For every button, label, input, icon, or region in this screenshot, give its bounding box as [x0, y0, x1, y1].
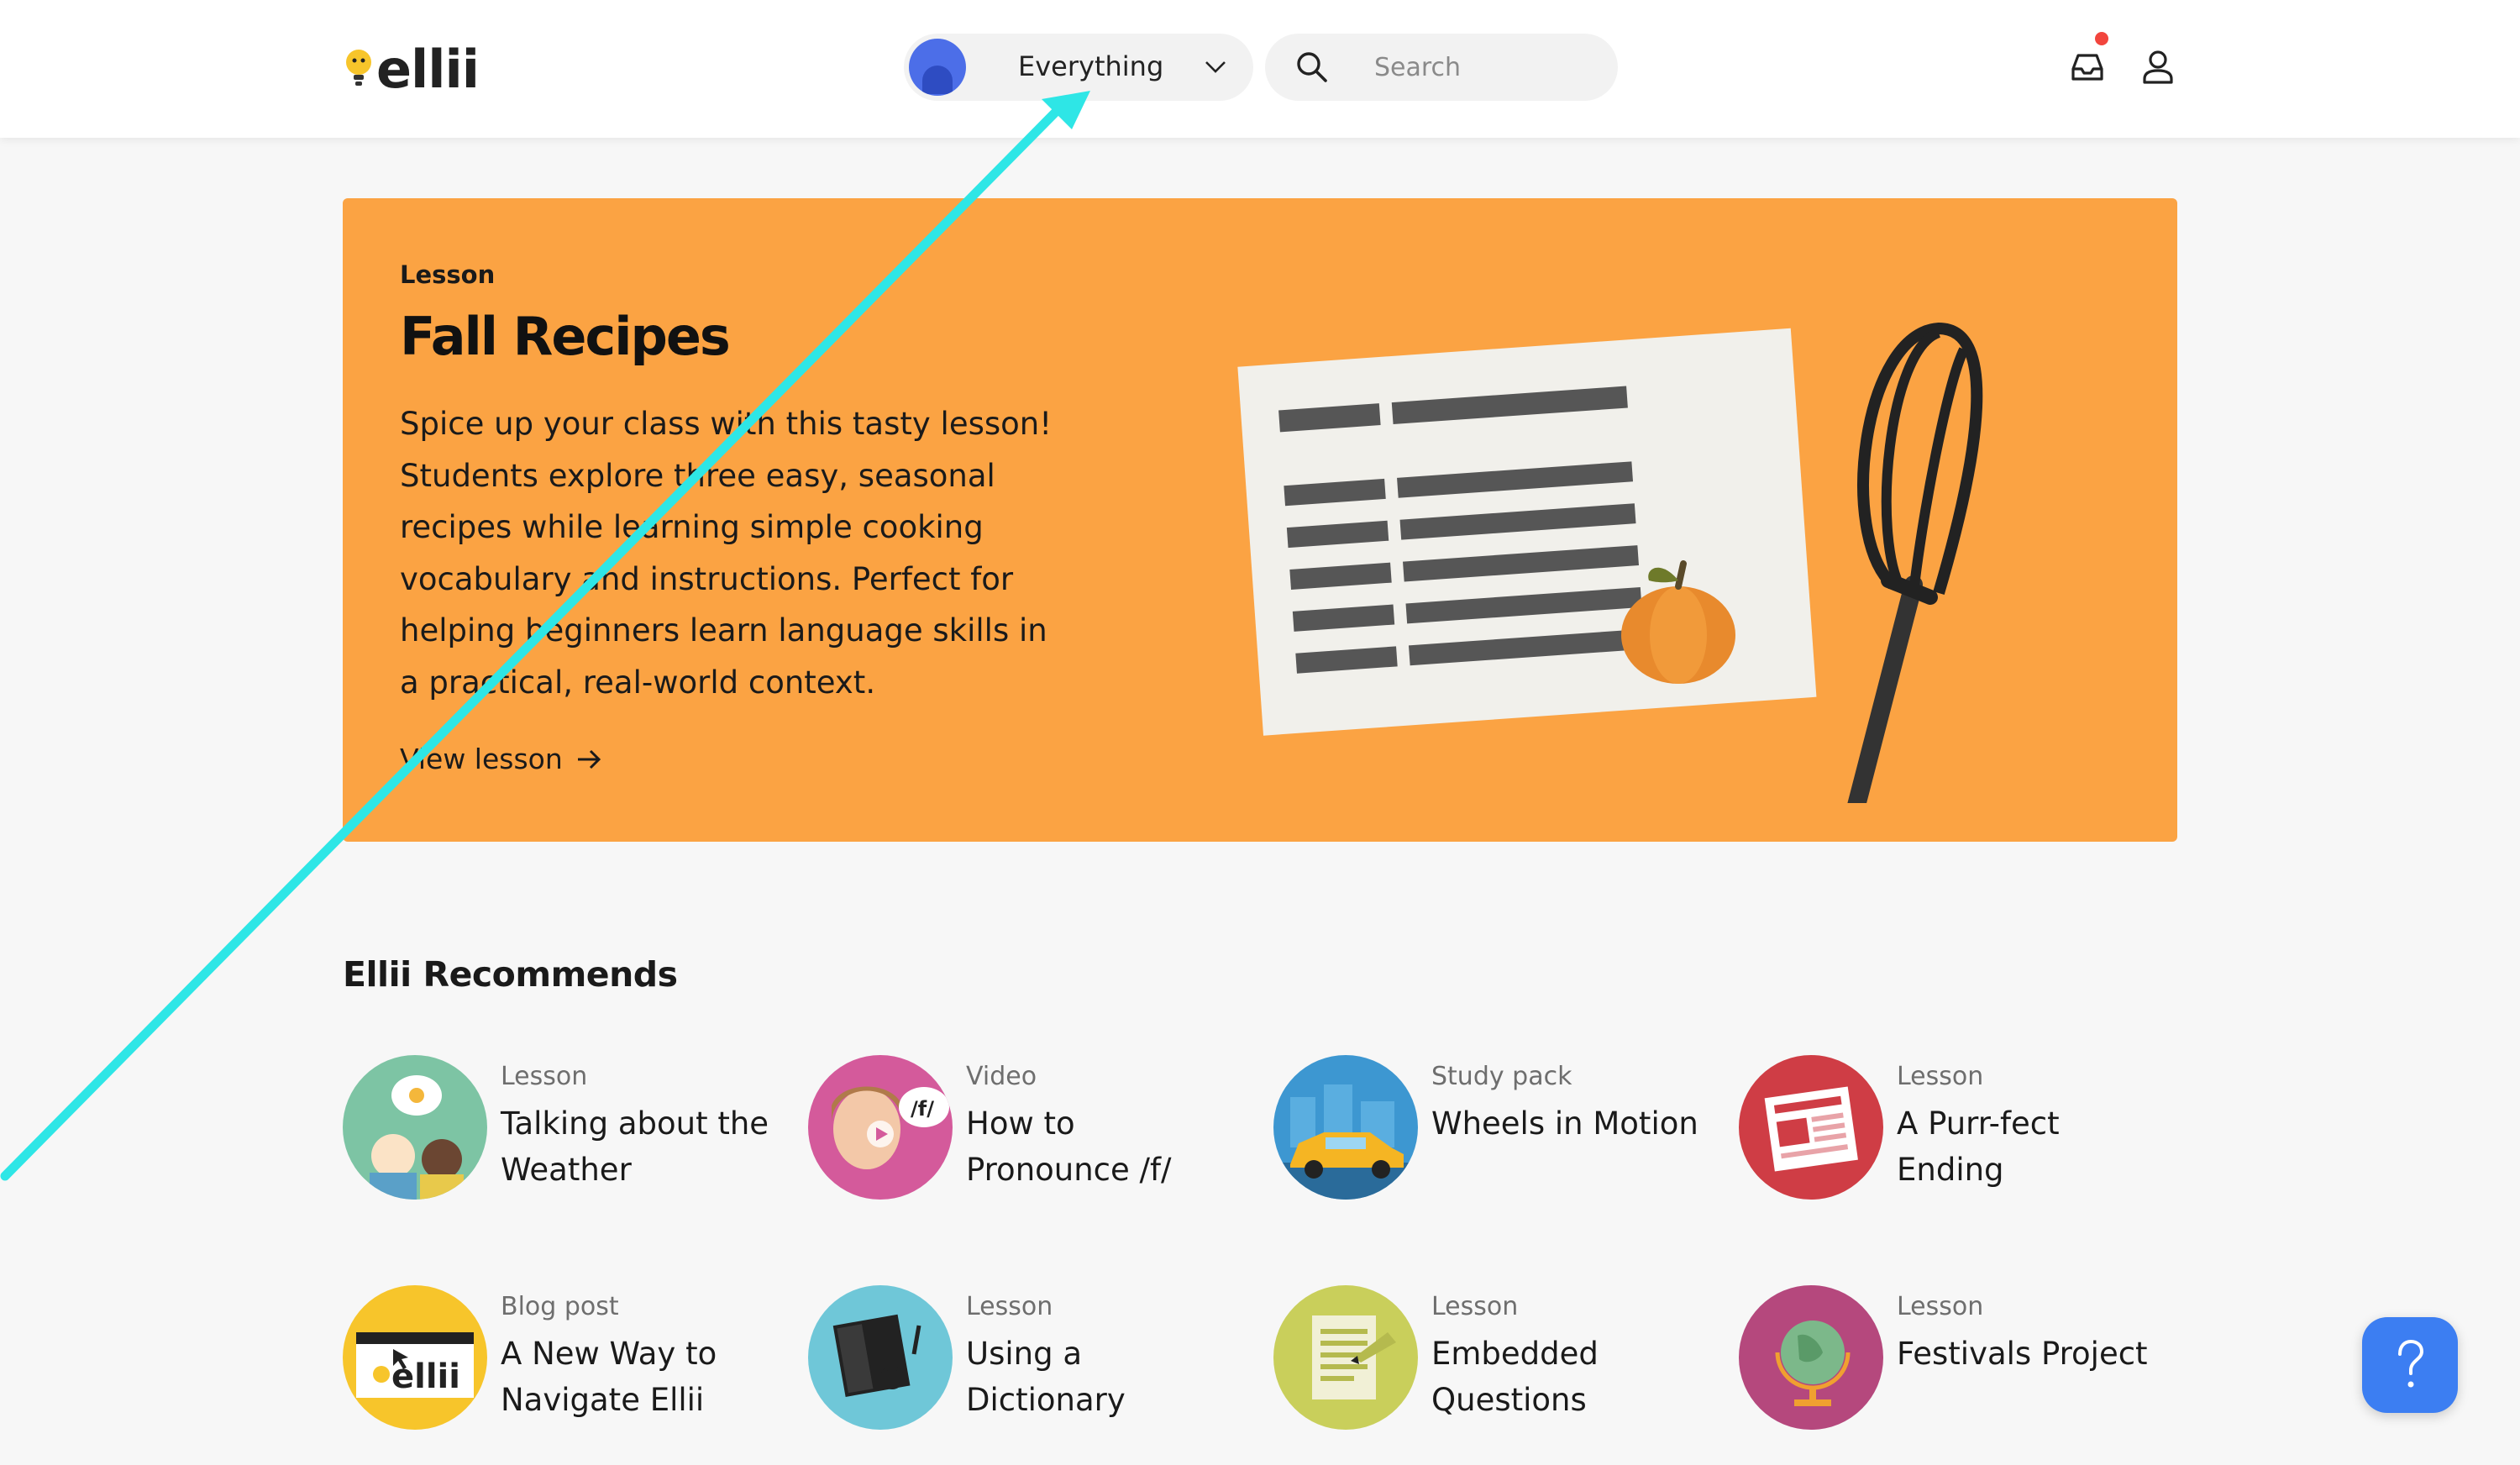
logo-text: ellii	[376, 39, 480, 100]
card-title: Wheels in Motion	[1431, 1105, 1698, 1142]
recommend-card[interactable]: Lesson Using a Dictionary	[808, 1285, 1262, 1445]
card-content-type: Lesson	[1897, 1062, 1984, 1091]
card-content-type: Blog post	[501, 1292, 619, 1321]
notification-badge	[2095, 32, 2108, 45]
help-button[interactable]	[2362, 1317, 2458, 1413]
ellii-website-thumbnail-icon: ellii	[343, 1285, 487, 1430]
pronounce-video-thumbnail-icon: /f/	[808, 1055, 953, 1200]
recommend-card[interactable]: ellii Blog post A New Way to Navigate El…	[343, 1285, 796, 1445]
globe-thumbnail-icon	[1739, 1285, 1883, 1430]
hero-content-type: Lesson	[400, 260, 496, 289]
card-content-type: Lesson	[501, 1062, 588, 1091]
recommend-card[interactable]: Lesson Embedded Questions	[1273, 1285, 1727, 1445]
ellii-logo[interactable]: ellii	[343, 39, 480, 100]
card-content-type: Lesson	[1897, 1292, 1984, 1321]
search-icon[interactable]	[1295, 50, 1329, 84]
filter-avatar-icon	[909, 39, 966, 96]
ellii-recommends-heading: Ellii Recommends	[343, 954, 678, 995]
card-content-type: Lesson	[1431, 1292, 1519, 1321]
card-title: How to Pronounce /f/	[966, 1105, 1172, 1188]
card-title: Embedded Questions	[1431, 1336, 1599, 1418]
arrow-right-icon	[577, 749, 601, 769]
user-account-icon[interactable]	[2139, 47, 2177, 86]
card-title: A Purr-fect Ending	[1897, 1105, 2060, 1188]
taxi-thumbnail-icon	[1273, 1055, 1418, 1200]
recommend-card[interactable]: Lesson Talking about the Weather	[343, 1055, 796, 1215]
whisk-icon	[1847, 322, 1983, 803]
view-lesson-link[interactable]: View lesson	[400, 743, 603, 775]
filter-selected-value: Everything	[1018, 50, 1164, 82]
search-input[interactable]	[1374, 44, 1593, 91]
card-content-type: Lesson	[966, 1292, 1053, 1321]
content-filter-dropdown[interactable]: Everything	[904, 34, 1253, 101]
card-title: Festivals Project	[1897, 1336, 2148, 1372]
inbox-icon[interactable]	[2068, 47, 2107, 86]
card-title: Using a Dictionary	[966, 1336, 1126, 1418]
card-content-type: Study pack	[1431, 1062, 1572, 1091]
card-title: Talking about the Weather	[501, 1105, 769, 1188]
search-bar	[1265, 34, 1618, 101]
chevron-down-icon	[1205, 61, 1226, 73]
document-thumbnail-icon	[1273, 1285, 1418, 1430]
recommend-card[interactable]: Study pack Wheels in Motion	[1273, 1055, 1727, 1215]
card-content-type: Video	[966, 1062, 1037, 1091]
recommend-card[interactable]: /f/ Video How to Pronounce /f/	[808, 1055, 1262, 1215]
view-lesson-label: View lesson	[400, 743, 563, 775]
hero-description: Spice up your class with this tasty less…	[400, 406, 1053, 701]
recipe-card-illustration	[1237, 322, 1983, 803]
weather-thumbnail-icon	[343, 1055, 487, 1200]
hero-title: Fall Recipes	[400, 306, 731, 367]
recommend-card[interactable]: Lesson A Purr-fect Ending	[1739, 1055, 2192, 1215]
question-mark-icon	[2398, 1339, 2424, 1388]
svg-text:/f/: /f/	[911, 1097, 934, 1121]
card-title: A New Way to Navigate Ellii	[501, 1336, 717, 1418]
lightbulb-logo-icon	[346, 50, 371, 86]
featured-lesson-banner: Lesson Fall Recipes Spice up your class …	[343, 198, 2177, 842]
top-navigation-bar: ellii Everything	[0, 0, 2520, 138]
dictionary-thumbnail-icon	[808, 1285, 953, 1430]
newspaper-thumbnail-icon	[1739, 1055, 1883, 1200]
recommend-card[interactable]: Lesson Festivals Project	[1739, 1285, 2192, 1445]
